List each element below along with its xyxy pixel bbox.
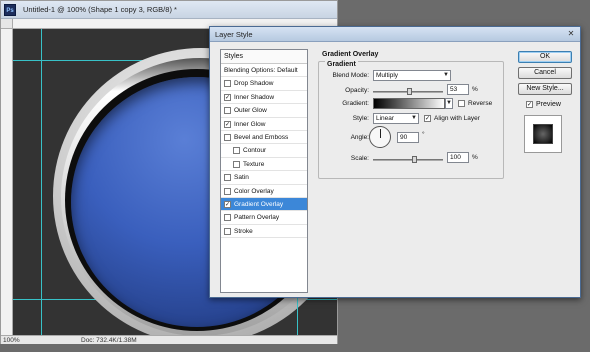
- style-value: Linear: [376, 115, 395, 122]
- opacity-label: Opacity:: [345, 87, 369, 94]
- angle-indicator: [380, 129, 381, 138]
- style-item-label: Stroke: [234, 227, 253, 235]
- style-item-bevel-and-emboss[interactable]: Bevel and Emboss: [221, 131, 307, 145]
- close-icon[interactable]: ✕: [565, 29, 577, 39]
- style-checkbox[interactable]: [224, 80, 231, 88]
- document-titlebar[interactable]: Ps Untitled-1 @ 100% (Shape 1 copy 3, RG…: [1, 1, 337, 19]
- dialog-title: Layer Style: [215, 30, 253, 39]
- dialog-titlebar[interactable]: Layer Style ✕: [210, 27, 580, 42]
- ruler-corner: [1, 19, 13, 29]
- style-item-satin[interactable]: Satin: [221, 171, 307, 185]
- group-title: Gradient: [325, 61, 358, 68]
- new-style-button[interactable]: New Style...: [518, 83, 572, 95]
- style-item-inner-shadow[interactable]: ✓ Inner Shadow: [221, 91, 307, 105]
- workspace-background: [0, 344, 590, 352]
- scale-field[interactable]: 100: [447, 152, 469, 163]
- angle-unit: °: [422, 131, 425, 138]
- style-checkbox[interactable]: [224, 187, 231, 195]
- section-title: Gradient Overlay: [322, 51, 379, 58]
- ok-button[interactable]: OK: [518, 51, 572, 63]
- style-item-label: Satin: [234, 174, 249, 182]
- style-item-blending-options-default[interactable]: Blending Options: Default: [221, 64, 307, 78]
- angle-dial[interactable]: [369, 126, 391, 148]
- style-item-pattern-overlay[interactable]: Pattern Overlay: [221, 211, 307, 225]
- gradient-dropdown[interactable]: ▼: [445, 98, 453, 109]
- style-checkbox[interactable]: [224, 174, 231, 182]
- blend-mode-label: Blend Mode:: [332, 72, 370, 79]
- style-item-gradient-overlay[interactable]: ✓ Gradient Overlay: [221, 197, 307, 212]
- photoshop-app-icon: Ps: [4, 4, 16, 16]
- style-checkbox[interactable]: [233, 160, 240, 168]
- document-title: Untitled-1 @ 100% (Shape 1 copy 3, RGB/8…: [23, 5, 177, 14]
- style-preview: [524, 115, 562, 153]
- style-item-color-overlay[interactable]: Color Overlay: [221, 185, 307, 198]
- style-checkbox[interactable]: [233, 147, 240, 155]
- scale-unit: %: [472, 154, 478, 161]
- angle-label: Angle:: [350, 134, 369, 141]
- gradient-picker[interactable]: [373, 98, 445, 109]
- align-with-layer-label: Align with Layer: [434, 115, 480, 122]
- style-item-label: Bevel and Emboss: [234, 133, 289, 141]
- style-item-label: Color Overlay: [234, 187, 274, 195]
- style-checkbox[interactable]: [224, 214, 231, 222]
- blend-mode-value: Multiply: [376, 72, 399, 79]
- style-item-drop-shadow[interactable]: Drop Shadow: [221, 77, 307, 91]
- style-item-texture[interactable]: Texture: [221, 158, 307, 172]
- style-checkbox[interactable]: ✓: [224, 93, 231, 101]
- opacity-slider-thumb[interactable]: [407, 88, 413, 95]
- dropdown-arrow-icon: ▼: [411, 115, 417, 121]
- align-with-layer-checkbox[interactable]: ✓: [424, 115, 431, 122]
- style-item-label: Outer Glow: [234, 107, 267, 115]
- preview-label: Preview: [536, 101, 561, 108]
- blend-mode-select[interactable]: Multiply ▼: [373, 70, 451, 81]
- style-item-label: Contour: [243, 147, 267, 155]
- style-item-label: Inner Glow: [234, 120, 266, 128]
- style-item-contour[interactable]: Contour: [221, 144, 307, 158]
- guide-vertical[interactable]: [41, 29, 42, 335]
- preview-checkbox[interactable]: ✓: [526, 101, 533, 108]
- style-item-label: Gradient Overlay: [234, 200, 284, 208]
- dropdown-arrow-icon: ▼: [443, 72, 449, 78]
- style-item-label: Drop Shadow: [234, 80, 274, 88]
- cancel-button[interactable]: Cancel: [518, 67, 572, 79]
- layer-style-dialog: Layer Style ✕ Styles Blending Options: D…: [209, 26, 581, 298]
- style-checkbox[interactable]: ✓: [224, 200, 231, 208]
- opacity-unit: %: [472, 86, 478, 93]
- dropdown-arrow-icon: ▼: [446, 100, 452, 106]
- gradient-overlay-panel: Gradient Overlay Gradient Blend Mode: Mu…: [316, 49, 506, 293]
- style-checkbox[interactable]: [224, 133, 231, 141]
- reverse-label: Reverse: [468, 100, 493, 107]
- style-checkbox[interactable]: [224, 227, 231, 235]
- scale-slider-thumb[interactable]: [412, 156, 417, 163]
- gradient-group: Gradient Blend Mode: Multiply ▼ Opacity:…: [318, 61, 504, 179]
- angle-field[interactable]: 90: [397, 132, 419, 143]
- styles-header[interactable]: Styles: [221, 50, 307, 64]
- style-item-stroke[interactable]: Stroke: [221, 225, 307, 239]
- scale-label: Scale:: [350, 155, 369, 162]
- style-item-label: Texture: [243, 160, 265, 168]
- opacity-field[interactable]: 53: [447, 84, 469, 95]
- scale-slider-track[interactable]: [373, 159, 443, 161]
- styles-list: Styles Blending Options: Default Drop Sha…: [220, 49, 308, 293]
- style-preview-thumbnail: [533, 124, 553, 144]
- style-item-label: Inner Shadow: [234, 93, 275, 101]
- gradient-label: Gradient:: [342, 100, 369, 107]
- style-item-outer-glow[interactable]: Outer Glow: [221, 104, 307, 118]
- reverse-checkbox[interactable]: [458, 100, 465, 107]
- style-checkbox[interactable]: ✓: [224, 120, 231, 128]
- style-item-label: Pattern Overlay: [234, 214, 280, 222]
- style-select[interactable]: Linear ▼: [373, 113, 419, 124]
- vertical-ruler[interactable]: [1, 29, 13, 335]
- style-item-inner-glow[interactable]: ✓ Inner Glow: [221, 118, 307, 131]
- style-label: Style:: [352, 115, 369, 122]
- style-item-label: Blending Options: Default: [224, 67, 298, 74]
- style-checkbox[interactable]: [224, 107, 231, 115]
